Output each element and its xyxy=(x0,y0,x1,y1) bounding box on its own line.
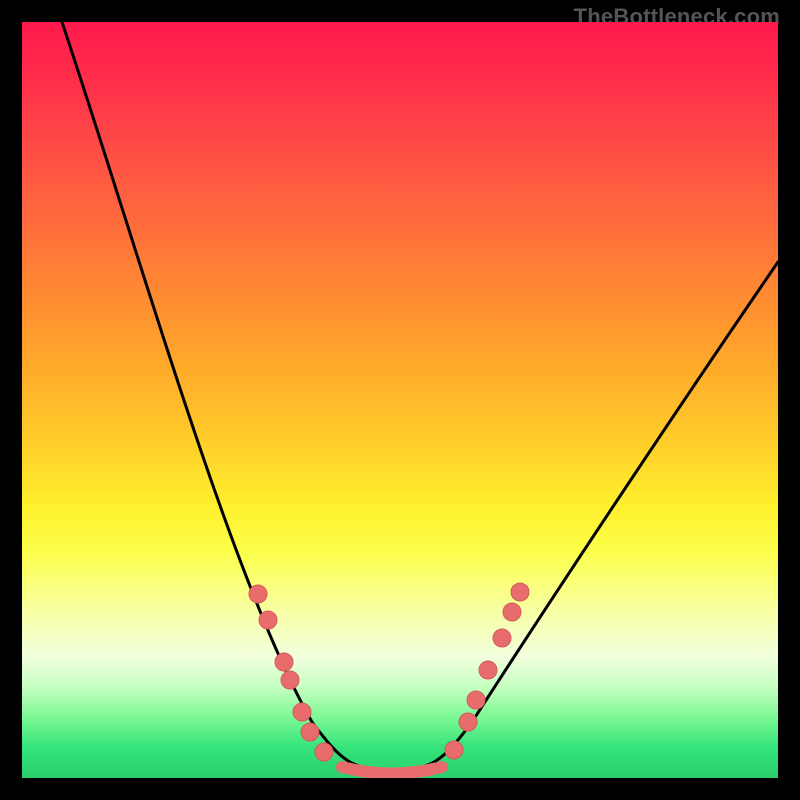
curve-marker xyxy=(511,583,529,601)
curve-marker xyxy=(259,611,277,629)
curve-marker xyxy=(301,723,319,741)
curve-marker xyxy=(293,703,311,721)
bottleneck-curve xyxy=(62,22,778,770)
valley-segment xyxy=(342,767,442,774)
curve-marker xyxy=(281,671,299,689)
curve-marker xyxy=(503,603,521,621)
curve-marker xyxy=(275,653,293,671)
curve-marker xyxy=(479,661,497,679)
curve-marker xyxy=(493,629,511,647)
curve-marker xyxy=(459,713,477,731)
curve-svg xyxy=(22,22,778,778)
plot-area xyxy=(22,22,778,778)
curve-marker xyxy=(315,743,333,761)
chart-stage: TheBottleneck.com xyxy=(0,0,800,800)
curve-marker xyxy=(445,741,463,759)
curve-marker xyxy=(467,691,485,709)
curve-marker xyxy=(249,585,267,603)
markers-right xyxy=(445,583,529,759)
